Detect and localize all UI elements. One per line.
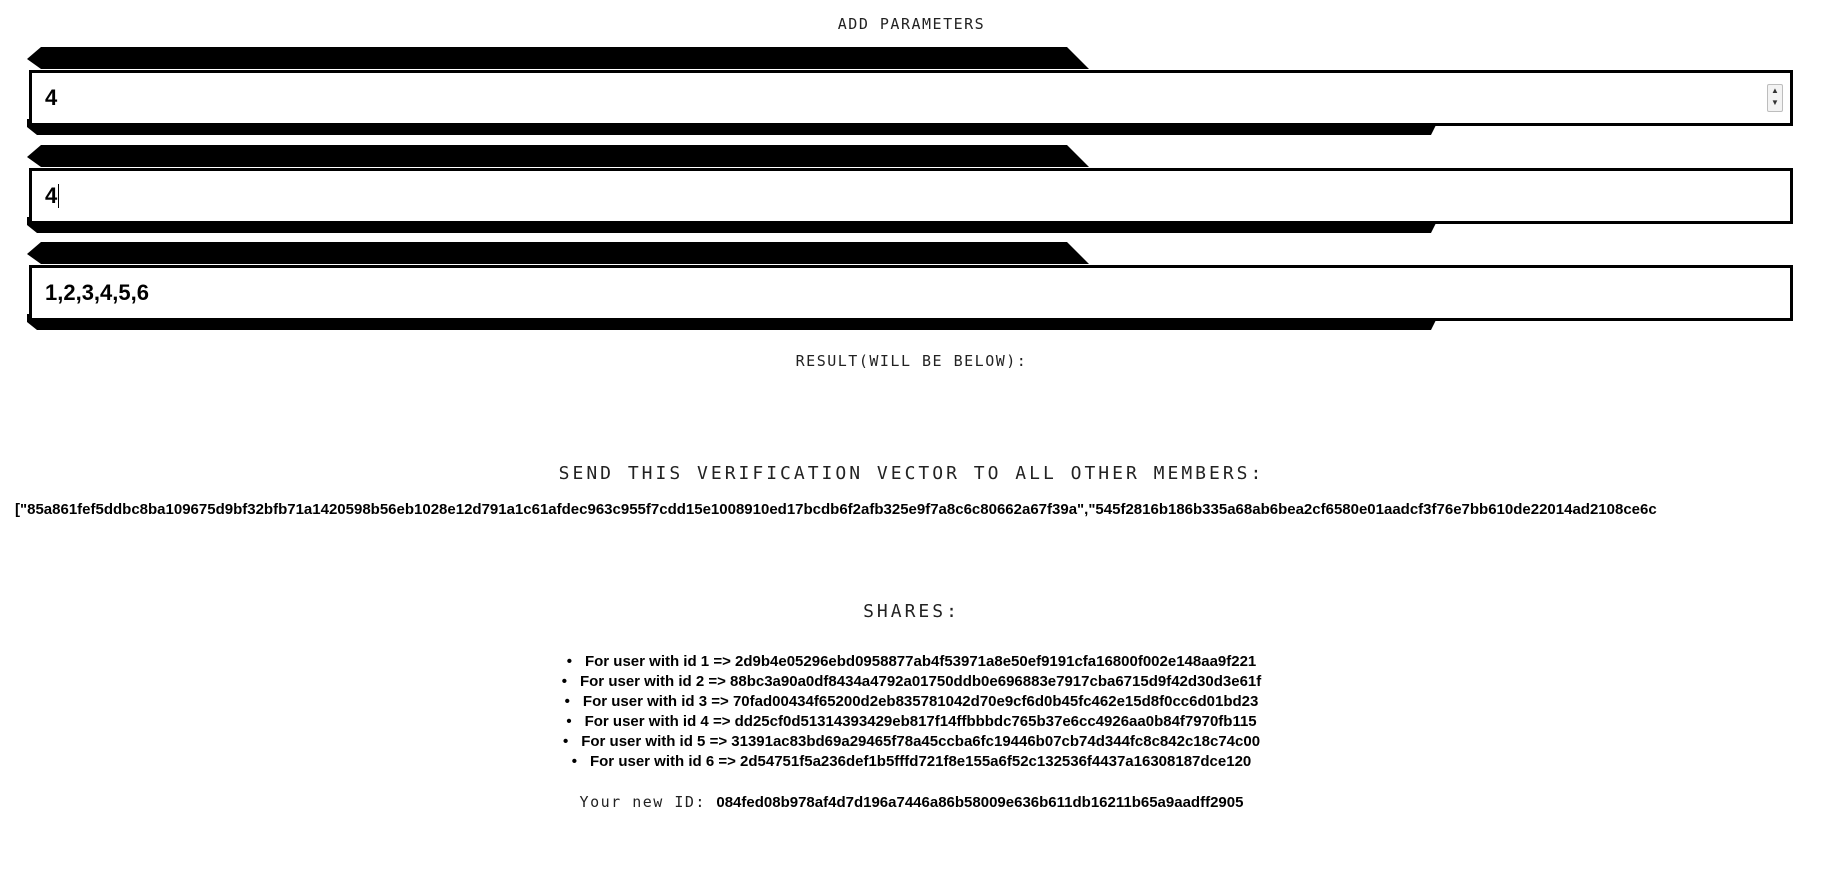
shares-heading: Shares: [863, 601, 960, 622]
member-count-value: 4 [45, 183, 58, 208]
add-parameters-heading: Add parameters [837, 15, 986, 33]
number-spinner[interactable]: ▲ ▼ [1767, 84, 1783, 112]
member-ids-input[interactable] [29, 265, 1793, 321]
share-item: For user with id 1 => 2d9b4e05296ebd0958… [0, 652, 1823, 672]
verification-vector-heading: Send this verification vector to all oth… [558, 463, 1265, 484]
new-id-line: Your new ID: 084fed08b978af4d7d196a7446a… [0, 793, 1823, 812]
text-caret [58, 184, 60, 208]
member-count-input[interactable]: 4 [29, 168, 1793, 224]
share-item: For user with id 4 => dd25cf0d5131439342… [0, 712, 1823, 732]
parameter-field-1: ▲▼ [27, 47, 1797, 137]
parameter-field-2: 4 [27, 145, 1797, 235]
result-heading: Result(will be below): [795, 352, 1028, 370]
shares-list: For user with id 1 => 2d9b4e05296ebd0958… [0, 652, 1823, 772]
share-item: For user with id 5 => 31391ac83bd69a2946… [0, 732, 1823, 752]
share-item: For user with id 3 => 70fad00434f65200d2… [0, 692, 1823, 712]
share-item: For user with id 6 => 2d54751f5a236def1b… [0, 752, 1823, 772]
new-id-value: 084fed08b978af4d7d196a7446a86b58009e636b… [716, 794, 1244, 811]
share-item: For user with id 2 => 88bc3a90a0df8434a4… [0, 672, 1823, 692]
parameter-field-3 [27, 242, 1797, 332]
threshold-number-input[interactable] [29, 70, 1793, 126]
verification-vector-text: ["85a861fef5ddbc8ba109675d9bf32bfb71a142… [15, 501, 1657, 518]
new-id-label: Your new ID: [579, 793, 706, 811]
